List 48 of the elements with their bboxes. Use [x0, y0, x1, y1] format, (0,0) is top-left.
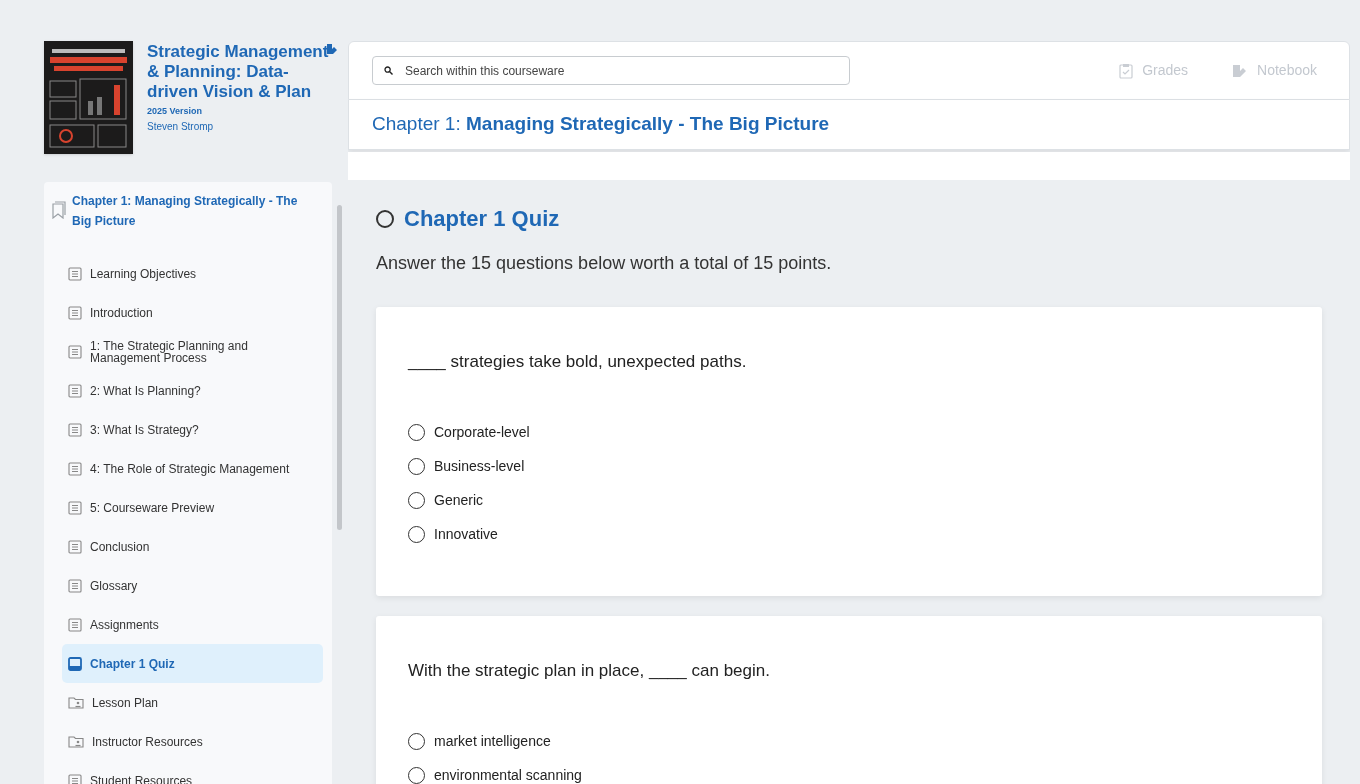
folder-icon: [68, 734, 84, 749]
nav-item[interactable]: 3: What Is Strategy?: [62, 410, 323, 449]
nav-item[interactable]: Instructor Resources: [62, 722, 323, 761]
radio-option[interactable]: Generic: [408, 489, 1322, 512]
nav-item[interactable]: 4: The Role of Strategic Management: [62, 449, 323, 488]
page-icon: [68, 578, 82, 593]
page-icon: [68, 539, 82, 554]
page-icon: [68, 461, 82, 476]
nav-item[interactable]: Glossary: [62, 566, 323, 605]
page-icon: [68, 773, 82, 784]
question-text: With the strategic plan in place, ____ can begin.: [408, 659, 771, 682]
page-icon: [68, 344, 82, 359]
nav-item[interactable]: Student Resources: [62, 761, 323, 784]
quiz-instructions: Answer the 15 questions below worth a total of 15 points.: [376, 252, 833, 275]
page-icon: [68, 383, 82, 398]
radio-option[interactable]: Corporate-level: [408, 421, 1322, 444]
nav-item[interactable]: Assignments: [62, 605, 323, 644]
tray-icon: [68, 656, 82, 671]
clipboard-icon: [1119, 62, 1134, 79]
question-text: ____ strategies take bold, unexpected paths.: [408, 351, 748, 373]
quiz-title: Chapter 1 Quiz: [404, 205, 560, 233]
nav-item[interactable]: Lesson Plan: [62, 683, 323, 722]
page-icon: [68, 266, 82, 281]
chapter-heading: Chapter 1: Managing Strategically - The Big Picture: [372, 112, 830, 137]
page-icon: [68, 500, 82, 515]
nav-item[interactable]: 2: What Is Planning?: [62, 371, 323, 410]
page-icon: [68, 617, 82, 632]
nav-item[interactable]: Conclusion: [62, 527, 323, 566]
notebook-icon: [1232, 62, 1249, 79]
book-title[interactable]: Strategic Management & Planning: Data-driven Vision & Plan: [147, 42, 329, 102]
scrollbar[interactable]: [337, 205, 342, 530]
folder-icon: [68, 695, 84, 710]
radio-option[interactable]: Innovative: [408, 523, 1322, 546]
book-author: Steven Stromp: [147, 119, 215, 134]
radio-option[interactable]: Business-level: [408, 455, 1322, 478]
page-icon: [68, 422, 82, 437]
chapter-title[interactable]: Chapter 1: Managing Strategically - The Big Picture: [72, 191, 312, 231]
nav-item[interactable]: 1: The Strategic Planning and Management Process: [62, 332, 323, 371]
nav-item[interactable]: Learning Objectives: [62, 254, 323, 293]
page-icon: [68, 305, 82, 320]
search-field[interactable]: Search within this courseware: [372, 56, 850, 85]
nav-item[interactable]: Introduction: [62, 293, 323, 332]
radio-option[interactable]: market intelligence: [408, 730, 1322, 752]
book-version: 2025 Version: [147, 105, 204, 118]
nav-item[interactable]: 5: Courseware Preview: [62, 488, 323, 527]
nav-item[interactable]: Chapter 1 Quiz: [62, 644, 323, 683]
search-icon: [384, 66, 393, 75]
radio-option[interactable]: environmental scanning: [408, 764, 1322, 784]
